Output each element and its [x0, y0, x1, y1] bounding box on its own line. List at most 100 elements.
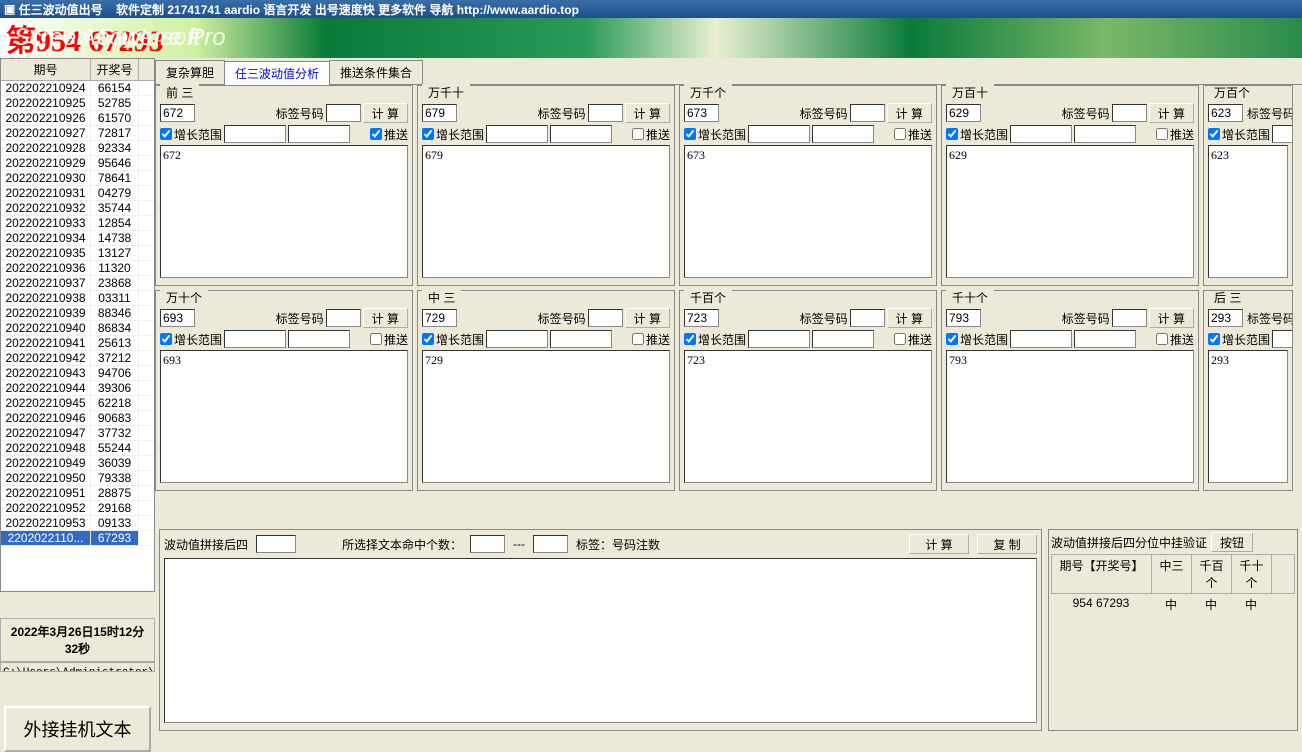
- panel-value-input[interactable]: [1208, 309, 1243, 327]
- push-checkbox[interactable]: [1156, 128, 1168, 140]
- push-checkbox[interactable]: [370, 333, 382, 345]
- table-row[interactable]: 20220221094086834: [1, 321, 154, 336]
- calc-button[interactable]: 计 算: [625, 103, 670, 123]
- table-row[interactable]: 20220221094936039: [1, 456, 154, 471]
- tab-wave-analysis[interactable]: 任三波动值分析: [224, 61, 330, 85]
- push-checkbox[interactable]: [1156, 333, 1168, 345]
- bottom-copy-button[interactable]: 复 制: [977, 534, 1037, 554]
- table-row[interactable]: 20220221092772817: [1, 126, 154, 141]
- table-row[interactable]: 20220221095229168: [1, 501, 154, 516]
- panel-output[interactable]: 793: [946, 350, 1194, 483]
- tag-number-input[interactable]: [1112, 309, 1147, 327]
- tag-number-input[interactable]: [326, 104, 361, 122]
- panel-value-input[interactable]: [422, 309, 457, 327]
- grow-checkbox[interactable]: [160, 128, 172, 140]
- push-checkbox[interactable]: [370, 128, 382, 140]
- grow-checkbox[interactable]: [1208, 128, 1220, 140]
- hit-count-2[interactable]: [533, 535, 568, 553]
- push-checkbox[interactable]: [894, 128, 906, 140]
- calc-button[interactable]: 计 算: [887, 308, 932, 328]
- grow-input-2[interactable]: [812, 125, 874, 143]
- vcol-period[interactable]: 期号【开奖号】: [1052, 555, 1152, 593]
- grow-checkbox[interactable]: [1208, 333, 1220, 345]
- grow-checkbox[interactable]: [684, 333, 696, 345]
- tag-number-input[interactable]: [588, 104, 623, 122]
- grow-input-1[interactable]: [224, 330, 286, 348]
- grow-checkbox[interactable]: [684, 128, 696, 140]
- panel-value-input[interactable]: [684, 309, 719, 327]
- push-checkbox[interactable]: [894, 333, 906, 345]
- vcol-qbg[interactable]: 千百个: [1192, 555, 1232, 593]
- grow-input-2[interactable]: [1074, 330, 1136, 348]
- panel-value-input[interactable]: [160, 104, 195, 122]
- grow-input-1[interactable]: [1272, 125, 1293, 143]
- grow-input-1[interactable]: [748, 330, 810, 348]
- grow-input-2[interactable]: [1074, 125, 1136, 143]
- grow-checkbox[interactable]: [946, 333, 958, 345]
- grow-input-1[interactable]: [486, 330, 548, 348]
- panel-output[interactable]: 729: [422, 350, 670, 483]
- concat-input[interactable]: [256, 535, 296, 553]
- grow-input-1[interactable]: [1010, 125, 1072, 143]
- bottom-output-textarea[interactable]: [164, 558, 1037, 723]
- grow-input-1[interactable]: [486, 125, 548, 143]
- table-row[interactable]: 20220221092995646: [1, 156, 154, 171]
- panel-output[interactable]: 673: [684, 145, 932, 278]
- vcol-qsg[interactable]: 千十个: [1232, 555, 1272, 593]
- table-row[interactable]: 20220221094125613: [1, 336, 154, 351]
- tab-complex[interactable]: 复杂算胆: [155, 60, 225, 84]
- panel-value-input[interactable]: [684, 104, 719, 122]
- table-row[interactable]: 20220221093078641: [1, 171, 154, 186]
- history-table[interactable]: 期号 开奖号 202202210924661542022022109255278…: [0, 58, 155, 592]
- table-row[interactable]: 20220221094855244: [1, 441, 154, 456]
- calc-button[interactable]: 计 算: [363, 103, 408, 123]
- grow-checkbox[interactable]: [422, 333, 434, 345]
- table-row[interactable]: 20220221093513127: [1, 246, 154, 261]
- panel-output[interactable]: 693: [160, 350, 408, 483]
- table-row[interactable]: 20220221094237212: [1, 351, 154, 366]
- col-period[interactable]: 期号: [1, 59, 91, 80]
- grow-input-1[interactable]: [1010, 330, 1072, 348]
- grow-input-2[interactable]: [550, 125, 612, 143]
- calc-button[interactable]: 计 算: [1149, 103, 1194, 123]
- tag-number-input[interactable]: [850, 309, 885, 327]
- table-row[interactable]: 20220221095309133: [1, 516, 154, 531]
- table-row[interactable]: 20220221092661570: [1, 111, 154, 126]
- table-row[interactable]: 20220221093312854: [1, 216, 154, 231]
- grow-input-1[interactable]: [1272, 330, 1293, 348]
- table-row[interactable]: 20220221094737732: [1, 426, 154, 441]
- grow-input-2[interactable]: [288, 330, 350, 348]
- verify-row[interactable]: 954 67293 中 中 中: [1051, 594, 1295, 615]
- table-row[interactable]: 20220221093414738: [1, 231, 154, 246]
- table-row[interactable]: 20220221095079338: [1, 471, 154, 486]
- table-row[interactable]: 20220221094439306: [1, 381, 154, 396]
- grow-input-2[interactable]: [812, 330, 874, 348]
- push-checkbox[interactable]: [632, 333, 644, 345]
- hit-count-1[interactable]: [470, 535, 505, 553]
- table-row[interactable]: 20220221094690683: [1, 411, 154, 426]
- table-row[interactable]: 20220221093235744: [1, 201, 154, 216]
- grow-input-1[interactable]: [748, 125, 810, 143]
- panel-value-input[interactable]: [946, 309, 981, 327]
- tag-number-input[interactable]: [326, 309, 361, 327]
- grow-checkbox[interactable]: [160, 333, 172, 345]
- calc-button[interactable]: 计 算: [363, 308, 408, 328]
- panel-value-input[interactable]: [160, 309, 195, 327]
- panel-output[interactable]: 723: [684, 350, 932, 483]
- panel-output[interactable]: 679: [422, 145, 670, 278]
- bottom-calc-button[interactable]: 计 算: [909, 534, 969, 554]
- grow-checkbox[interactable]: [946, 128, 958, 140]
- panel-output[interactable]: 672: [160, 145, 408, 278]
- table-row[interactable]: 20220221092892334: [1, 141, 154, 156]
- external-file-button[interactable]: 外接挂机文本: [4, 706, 151, 752]
- calc-button[interactable]: 计 算: [1149, 308, 1194, 328]
- table-row[interactable]: 20220221093803311: [1, 291, 154, 306]
- panel-output[interactable]: 623: [1208, 145, 1288, 278]
- table-row[interactable]: 20220221094394706: [1, 366, 154, 381]
- table-row[interactable]: 20220221095128875: [1, 486, 154, 501]
- col-number[interactable]: 开奖号: [91, 59, 139, 80]
- tab-push-set[interactable]: 推送条件集合: [329, 60, 423, 84]
- vcol-mid3[interactable]: 中三: [1152, 555, 1192, 593]
- table-row[interactable]: 20220221092466154: [1, 81, 154, 96]
- panel-value-input[interactable]: [946, 104, 981, 122]
